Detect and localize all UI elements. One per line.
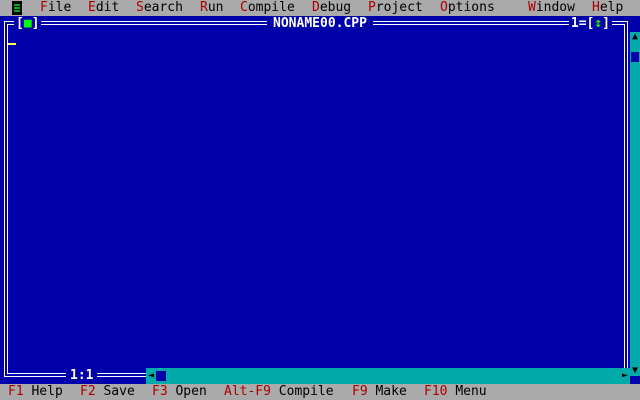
hint-compile[interactable]: Alt-F9 Compile bbox=[224, 384, 334, 400]
menu-run[interactable]: Run bbox=[200, 0, 223, 16]
menu-project[interactable]: Project bbox=[368, 0, 423, 16]
horizontal-scroll-thumb[interactable] bbox=[156, 371, 166, 381]
editor-window[interactable]: [■] NONAME00.CPP 1=[↕] ▲ ▼ 1:1 ◄ ► bbox=[0, 16, 640, 384]
menu-compile[interactable]: Compile bbox=[240, 0, 295, 16]
menu-window[interactable]: Window bbox=[528, 0, 575, 16]
zoom-icon[interactable]: ↕ bbox=[594, 16, 602, 31]
status-bar: F1 Help F2 Save F3 Open Alt-F9 Compile F… bbox=[0, 384, 640, 400]
menu-help[interactable]: Help bbox=[592, 0, 623, 16]
hint-help[interactable]: F1 Help bbox=[8, 384, 63, 400]
menu-edit[interactable]: Edit bbox=[88, 0, 119, 16]
window-number-and-zoom: 1=[↕] bbox=[568, 16, 612, 32]
window-title: NONAME00.CPP bbox=[267, 16, 373, 31]
vertical-scrollbar[interactable]: ▲ ▼ bbox=[630, 32, 640, 376]
window-title-bar: NONAME00.CPP bbox=[0, 16, 640, 32]
menu-options[interactable]: Options bbox=[440, 0, 495, 16]
scroll-right-icon[interactable]: ► bbox=[620, 368, 630, 384]
system-menu-icon[interactable] bbox=[12, 1, 22, 15]
scroll-left-icon[interactable]: ◄ bbox=[146, 368, 156, 384]
menu-search[interactable]: Search bbox=[136, 0, 183, 16]
text-cursor bbox=[8, 43, 16, 45]
menu-file[interactable]: File bbox=[40, 0, 71, 16]
hint-save[interactable]: F2 Save bbox=[80, 384, 135, 400]
hint-make[interactable]: F9 Make bbox=[352, 384, 407, 400]
hint-open[interactable]: F3 Open bbox=[152, 384, 207, 400]
horizontal-scrollbar[interactable]: ◄ ► bbox=[146, 368, 630, 384]
scroll-down-icon[interactable]: ▼ bbox=[630, 366, 640, 376]
menu-bar: File Edit Search Run Compile Debug Proje… bbox=[0, 0, 640, 16]
hint-menu[interactable]: F10 Menu bbox=[424, 384, 487, 400]
window-frame bbox=[4, 21, 628, 377]
menu-debug[interactable]: Debug bbox=[312, 0, 351, 16]
vertical-scroll-thumb[interactable] bbox=[631, 52, 639, 62]
scroll-up-icon[interactable]: ▲ bbox=[630, 32, 640, 42]
window-number: 1 bbox=[570, 16, 579, 31]
cursor-position: 1:1 bbox=[66, 368, 98, 384]
